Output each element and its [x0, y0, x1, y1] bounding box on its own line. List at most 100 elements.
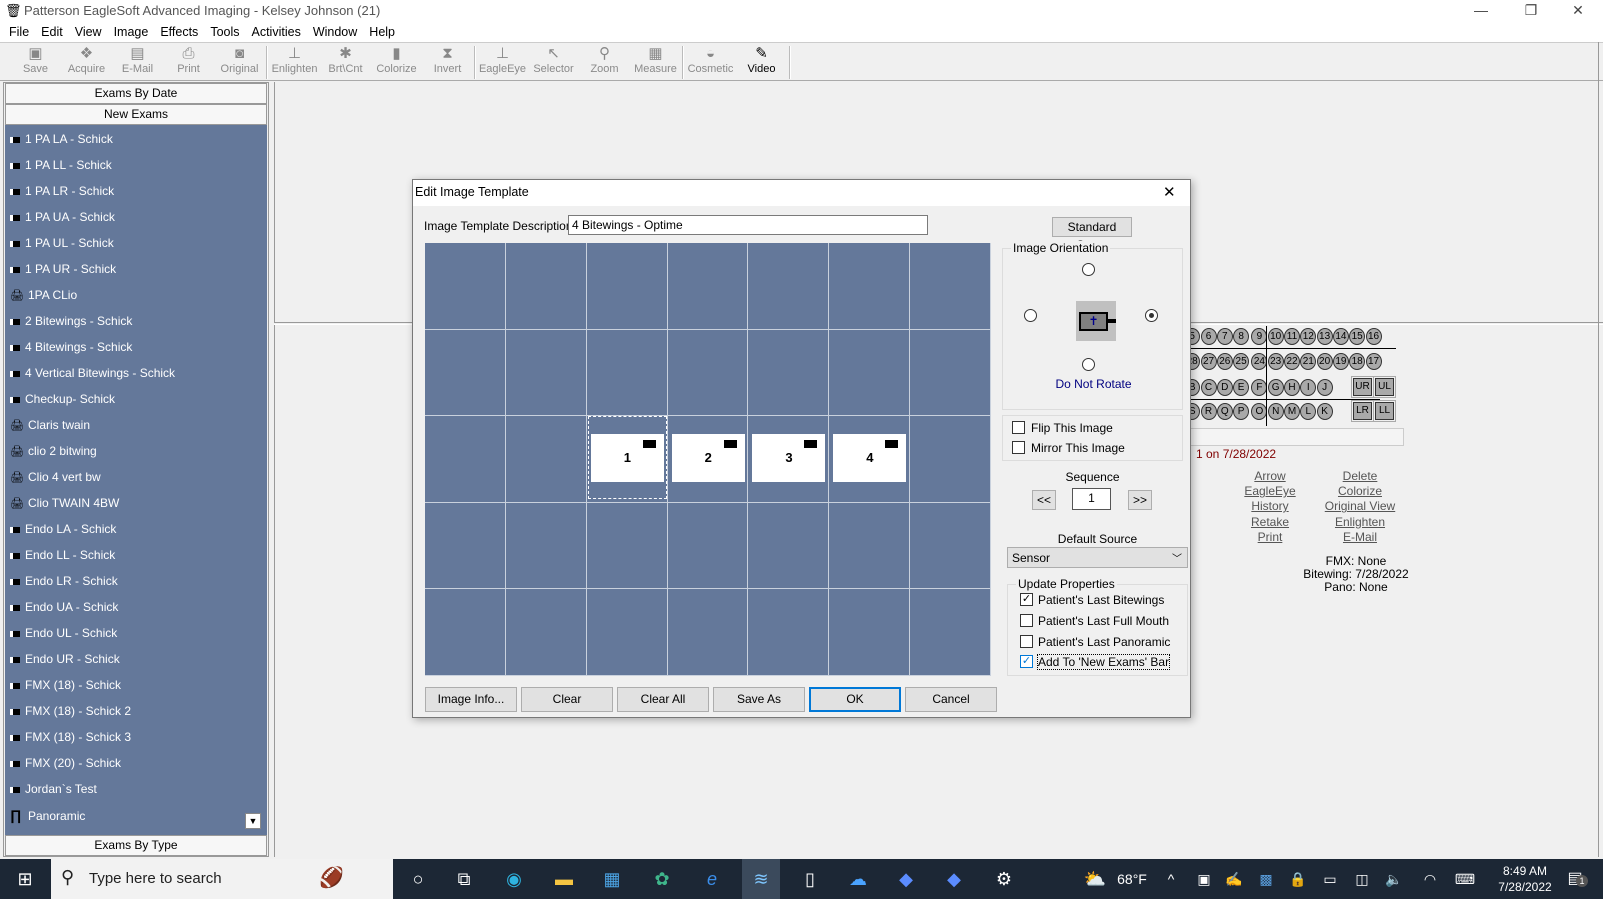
list-item[interactable]: FMX (18) - Schick 3 — [10, 727, 131, 747]
grid-cell[interactable] — [425, 502, 506, 590]
tooth-21[interactable]: 21 — [1300, 353, 1317, 370]
tooth-G[interactable]: G — [1267, 379, 1284, 396]
list-item[interactable]: 1 PA UL - Schick — [10, 233, 114, 253]
toolbar-enlighten-button[interactable]: ⊥ Enlighten — [269, 44, 320, 80]
tooth-9[interactable]: 9 — [1251, 328, 1268, 345]
update-label[interactable]: Patient's Last Panoramic — [1038, 635, 1170, 649]
description-input[interactable] — [568, 215, 928, 235]
toolbar-measure-button[interactable]: ▦ Measure — [630, 44, 681, 80]
orientation-top-radio[interactable] — [1082, 263, 1095, 276]
list-item[interactable]: Checkup- Schick — [10, 389, 115, 409]
tooth-13[interactable]: 13 — [1316, 328, 1333, 345]
grid-cell[interactable] — [586, 502, 668, 590]
image-info-button[interactable]: Image Info... — [425, 687, 517, 712]
tooth-15[interactable]: 15 — [1349, 328, 1366, 345]
grid-cell[interactable] — [505, 243, 587, 330]
link-original-view[interactable]: Original View — [1305, 499, 1415, 513]
tooth-22[interactable]: 22 — [1284, 353, 1300, 370]
list-item[interactable]: 🖨 Clio 4 vert bw — [10, 467, 101, 487]
grid-cell[interactable] — [425, 589, 506, 676]
keyboard-icon[interactable]: ⌨ — [1450, 859, 1480, 899]
ok-button[interactable]: OK — [809, 687, 901, 712]
toolbar-eagleeye-button[interactable]: ⊥ EagleEye — [477, 44, 528, 80]
exams-by-type-header[interactable]: Exams By Type — [5, 835, 267, 856]
store-icon[interactable]: ▦ — [594, 859, 630, 899]
menu-window[interactable]: Window — [308, 22, 364, 42]
tooth-8[interactable]: 8 — [1233, 328, 1250, 345]
tooth-12[interactable]: 12 — [1300, 328, 1317, 345]
chevron-up-icon[interactable]: ^ — [1160, 859, 1182, 899]
exams-by-date-header[interactable]: Exams By Date — [5, 83, 267, 104]
list-item[interactable]: 4 Bitewings - Schick — [10, 337, 132, 357]
remote-app-icon-2[interactable]: ◆ — [936, 859, 972, 899]
grid-cell[interactable] — [505, 589, 587, 676]
internet-explorer-icon[interactable]: e — [694, 859, 730, 899]
toolbar-brt-cnt-button[interactable]: ✱ Brt\Cnt — [320, 44, 371, 80]
menu-help[interactable]: Help — [364, 22, 402, 42]
list-item[interactable]: 1 PA UR - Schick — [10, 259, 116, 279]
tooth-19[interactable]: 19 — [1332, 353, 1349, 370]
toolbar-invert-button[interactable]: ⧗ Invert — [422, 44, 473, 80]
menu-file[interactable]: File — [4, 22, 36, 42]
grid-cell[interactable] — [505, 416, 587, 503]
tooth-I[interactable]: I — [1300, 379, 1317, 396]
lock-tray-icon[interactable]: 🔒 — [1286, 859, 1310, 899]
onedrive-icon[interactable]: ☁ — [840, 859, 876, 899]
sequence-prev-button[interactable]: << — [1032, 490, 1056, 510]
tooth-10[interactable]: 10 — [1267, 328, 1284, 345]
list-item[interactable]: FMX (18) - Schick 2 — [10, 701, 131, 721]
grid-cell[interactable] — [586, 589, 668, 676]
orientation-right-radio[interactable] — [1145, 309, 1158, 322]
tooth-O[interactable]: O — [1251, 403, 1268, 420]
list-item[interactable]: Endo LA - Schick — [10, 519, 116, 539]
update-label[interactable]: Add To 'New Exams' Bar — [1036, 654, 1171, 671]
toolbar-acquire-button[interactable]: ❖ Acquire — [61, 44, 112, 80]
camera-icon[interactable]: ◫ — [1350, 859, 1374, 899]
list-item[interactable]: 1 PA LA - Schick — [10, 129, 113, 149]
grid-cell[interactable] — [748, 329, 830, 417]
link-colorize[interactable]: Colorize — [1305, 484, 1415, 498]
tooth-tray-icon[interactable]: ▣ — [1192, 859, 1216, 899]
standard-setup-button[interactable]: Standard Setup — [1052, 217, 1132, 252]
cancel-button[interactable]: Cancel — [905, 687, 997, 712]
tooth-P[interactable]: P — [1233, 403, 1250, 420]
tooth-R[interactable]: R — [1200, 403, 1217, 420]
mirror-label[interactable]: Mirror This Image — [1031, 441, 1125, 455]
tooth-H[interactable]: H — [1284, 379, 1300, 396]
settings-icon[interactable]: ⚙ — [986, 859, 1022, 899]
update-checkbox[interactable]: ✓ — [1020, 593, 1033, 606]
grid-cell[interactable] — [425, 416, 506, 503]
tooth-14[interactable]: 14 — [1332, 328, 1349, 345]
grid-cell[interactable] — [910, 243, 991, 330]
grid-cell[interactable] — [586, 329, 668, 417]
tooth-K[interactable]: K — [1316, 403, 1333, 420]
clear-button[interactable]: Clear — [521, 687, 613, 712]
quadrant-lr[interactable]: LR — [1351, 400, 1374, 422]
grid-cell[interactable] — [505, 502, 587, 590]
menu-image[interactable]: Image — [109, 22, 156, 42]
orientation-left-radio[interactable] — [1024, 309, 1037, 322]
list-item[interactable]: 2 Bitewings - Schick — [10, 311, 132, 331]
list-item[interactable]: 4 Vertical Bitewings - Schick — [10, 363, 175, 383]
tooth-F[interactable]: F — [1251, 379, 1268, 396]
toolbar-colorize-button[interactable]: ▮ Colorize — [371, 44, 422, 80]
quadrant-ur[interactable]: UR — [1351, 376, 1374, 398]
tooth-25[interactable]: 25 — [1233, 353, 1250, 370]
grid-cell[interactable] — [910, 329, 991, 417]
list-item[interactable]: Endo LL - Schick — [10, 545, 115, 565]
tooth-16[interactable]: 16 — [1365, 328, 1382, 345]
template-image-slot[interactable]: 1 — [587, 416, 667, 499]
link-e-mail[interactable]: E-Mail — [1305, 530, 1415, 544]
list-item[interactable]: FMX (18) - Schick — [10, 675, 121, 695]
template-image-slot[interactable]: 4 — [833, 434, 907, 483]
edge-icon[interactable]: ◉ — [496, 859, 532, 899]
file-explorer-icon[interactable]: ▬ — [546, 859, 582, 899]
list-item[interactable]: Endo UL - Schick — [10, 623, 117, 643]
list-item[interactable]: Endo UR - Schick — [10, 649, 120, 669]
update-checkbox[interactable] — [1020, 634, 1033, 648]
toolbar-e-mail-button[interactable]: ▤ E-Mail — [112, 44, 163, 80]
save-as-button[interactable]: Save As — [713, 687, 805, 712]
grid-cell[interactable] — [667, 589, 749, 676]
grid-cell[interactable] — [425, 329, 506, 417]
battery-icon[interactable]: ▭ — [1318, 859, 1342, 899]
